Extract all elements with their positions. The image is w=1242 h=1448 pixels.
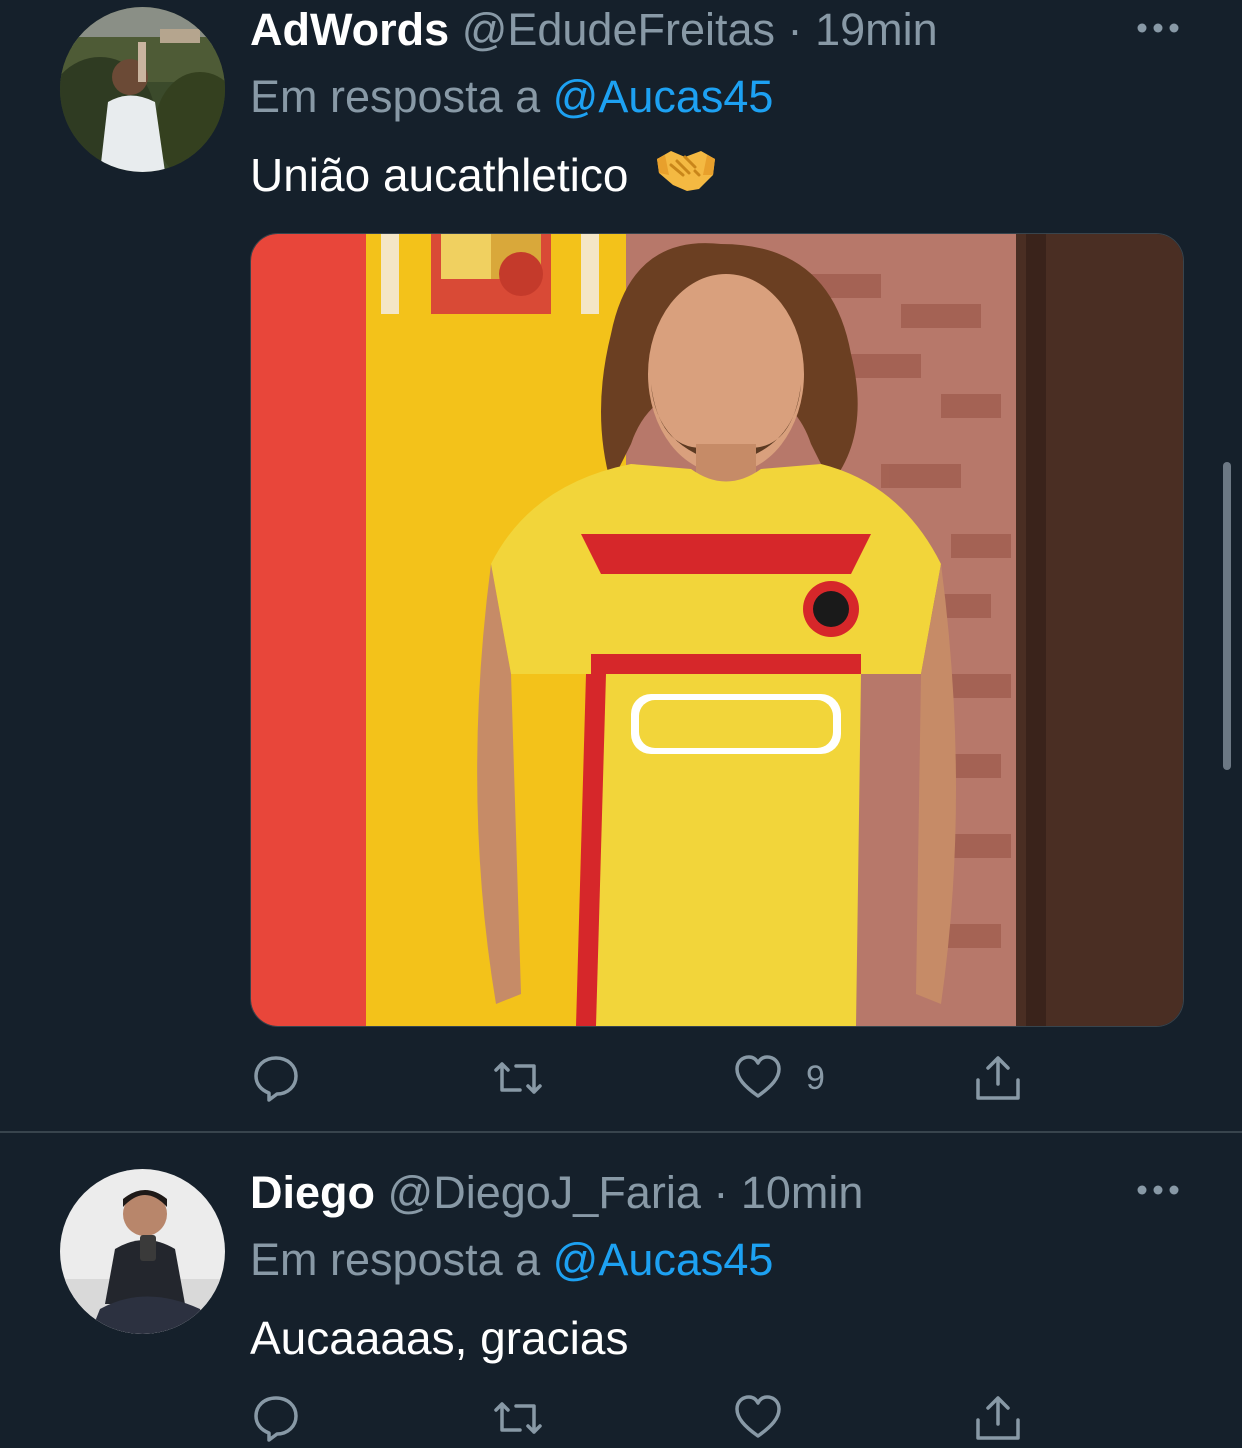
like-button[interactable]	[732, 1388, 784, 1448]
avatar[interactable]	[60, 7, 225, 172]
tweet[interactable]: Diego @DiegoJ_Faria · 10min Em resposta …	[0, 1133, 1242, 1448]
share-button[interactable]	[972, 1388, 1024, 1448]
reply-icon	[250, 1052, 302, 1104]
timestamp[interactable]: 10min	[741, 1167, 864, 1218]
more-options-icon[interactable]	[1134, 1180, 1182, 1200]
handshake-icon	[655, 144, 717, 214]
display-name[interactable]: Diego	[250, 1167, 375, 1218]
tweet-actions: 9	[250, 1048, 1050, 1108]
tweet-text-content: União aucathletico	[250, 149, 629, 201]
tweet-text: União aucathletico	[250, 140, 717, 210]
retweet-icon	[488, 1392, 548, 1444]
heart-icon	[732, 1392, 784, 1444]
retweet-button[interactable]	[488, 1048, 548, 1108]
share-button[interactable]	[972, 1048, 1024, 1108]
display-name[interactable]: AdWords	[250, 4, 449, 55]
scrollbar[interactable]	[1223, 462, 1231, 770]
user-handle[interactable]: @EdudeFreitas	[462, 4, 775, 55]
reply-context: Em resposta a @Aucas45	[250, 1230, 773, 1290]
tweet[interactable]: AdWords @EdudeFreitas · 19min Em respost…	[0, 0, 1242, 1131]
like-button[interactable]: 9	[732, 1048, 825, 1108]
avatar[interactable]	[60, 1169, 225, 1334]
more-options-icon[interactable]	[1134, 18, 1182, 38]
separator-dot: ·	[787, 4, 803, 55]
timeline: AdWords @EdudeFreitas · 19min Em respost…	[0, 0, 1242, 1448]
timestamp[interactable]: 19min	[815, 4, 938, 55]
tweet-photo[interactable]	[250, 233, 1184, 1027]
reply-icon	[250, 1392, 302, 1444]
reply-button[interactable]	[250, 1048, 302, 1108]
retweet-button[interactable]	[488, 1388, 548, 1448]
reply-mention-link[interactable]: @Aucas45	[553, 71, 774, 122]
separator-dot: ·	[713, 1167, 729, 1218]
tweet-text-content: Aucaaaas, gracias	[250, 1312, 629, 1364]
reply-prefix: Em resposta a	[250, 71, 541, 122]
reply-context: Em resposta a @Aucas45	[250, 67, 773, 127]
reply-mention-link[interactable]: @Aucas45	[553, 1234, 774, 1285]
heart-icon	[732, 1052, 784, 1104]
user-handle[interactable]: @DiegoJ_Faria	[388, 1167, 701, 1218]
like-count: 9	[806, 1058, 825, 1097]
share-icon	[972, 1052, 1024, 1104]
reply-button[interactable]	[250, 1388, 302, 1448]
tweet-actions	[250, 1388, 1050, 1448]
tweet-header: Diego @DiegoJ_Faria · 10min	[250, 1163, 863, 1223]
share-icon	[972, 1392, 1024, 1444]
retweet-icon	[488, 1052, 548, 1104]
reply-prefix: Em resposta a	[250, 1234, 541, 1285]
tweet-header: AdWords @EdudeFreitas · 19min	[250, 0, 938, 60]
tweet-text: Aucaaaas, gracias	[250, 1303, 628, 1373]
